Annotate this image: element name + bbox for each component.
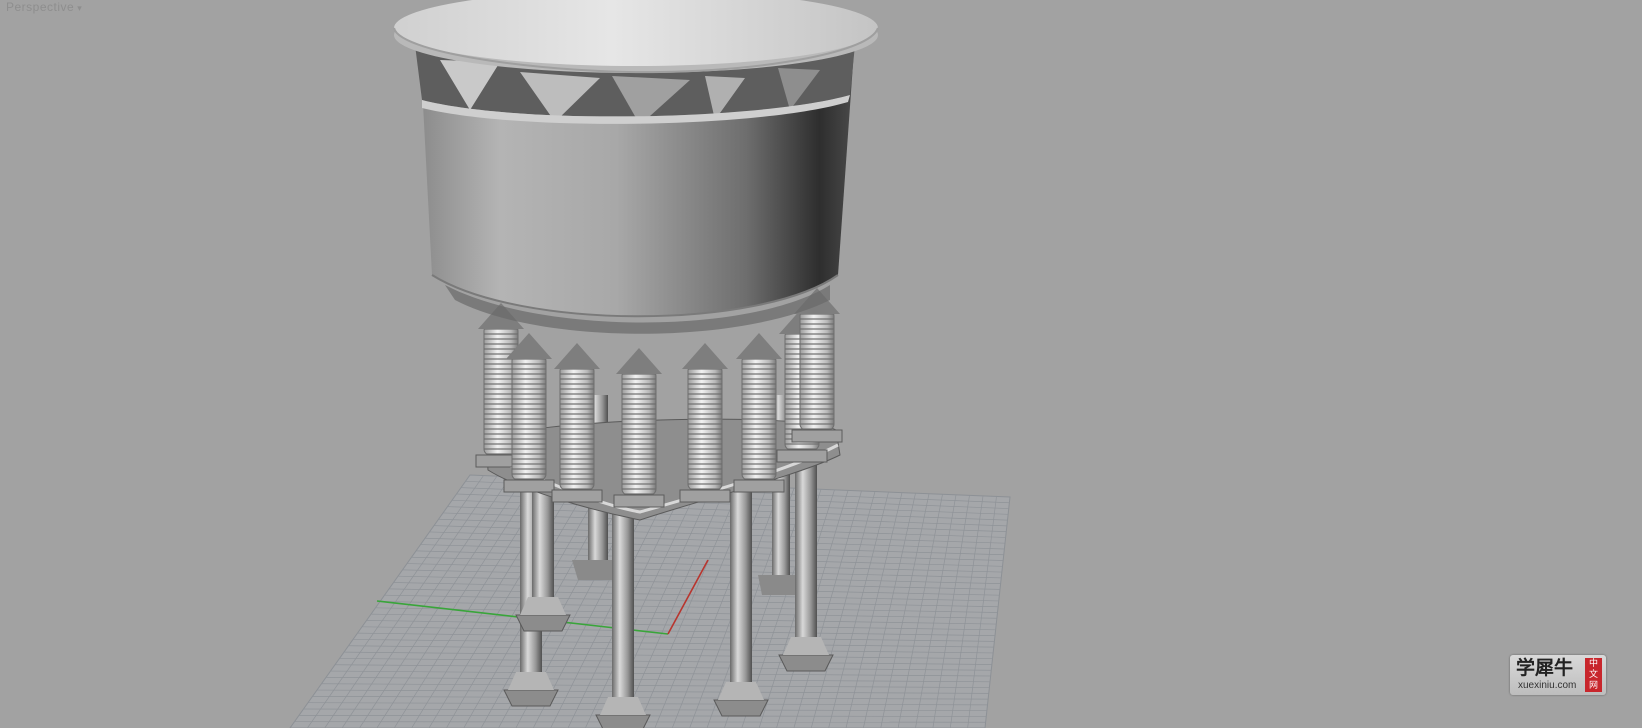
tank-roof bbox=[393, 0, 879, 74]
watermark-badge-char: 文 bbox=[1588, 670, 1598, 680]
watermark-badge-char: 中 bbox=[1588, 659, 1598, 669]
perspective-viewport[interactable]: Perspective ▾ 学犀牛 xuexiniu.com 中 文 网 bbox=[0, 0, 1642, 728]
watermark-logo-text: 学犀牛 bbox=[1516, 657, 1574, 679]
site-watermark: 学犀牛 xuexiniu.com 中 文 网 bbox=[1510, 655, 1606, 695]
watermark-badge-char: 网 bbox=[1588, 681, 1598, 691]
watermark-badge: 中 文 网 bbox=[1585, 658, 1602, 692]
model-scene[interactable] bbox=[0, 0, 1642, 728]
watermark-url: xuexiniu.com bbox=[1518, 680, 1577, 691]
